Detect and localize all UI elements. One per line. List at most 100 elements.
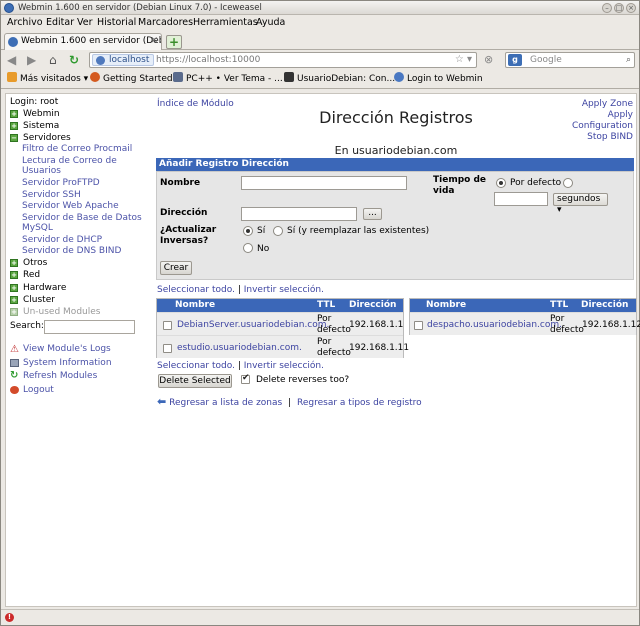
category-unused[interactable]: + Un-used Modules xyxy=(10,307,100,317)
category-servidores[interactable]: − Servidores xyxy=(10,133,71,143)
search-box[interactable]: g Google ⌕ xyxy=(505,52,635,68)
reload-icon[interactable]: ↻ xyxy=(69,53,79,67)
bookmark-usuariodebian[interactable]: UsuarioDebian: Con... xyxy=(284,70,395,88)
category-label: Hardware xyxy=(23,283,67,293)
bookmark-login-webmin[interactable]: Login to Webmin xyxy=(394,70,483,88)
search-icon[interactable]: ⌕ xyxy=(626,53,631,67)
invert-selection-link[interactable]: Invertir selección. xyxy=(244,285,324,295)
home-icon[interactable]: ⌂ xyxy=(49,53,57,67)
record-ttl: Por xyxy=(317,314,332,324)
ttl-unit-select[interactable]: segundos ▾ xyxy=(553,193,608,215)
error-icon[interactable]: ! xyxy=(5,613,14,622)
category-label: Servidores xyxy=(23,133,71,143)
separator: | xyxy=(237,361,241,371)
category-label: Sistema xyxy=(23,121,60,131)
menu-editar[interactable]: Editar xyxy=(46,15,74,31)
browser-window: Webmin 1.600 en servidor (Debian Linux 7… xyxy=(0,0,640,626)
module-dhcp[interactable]: Servidor de DHCP xyxy=(22,235,102,245)
category-hardware[interactable]: + Hardware xyxy=(10,283,66,293)
ttl-default-radio[interactable] xyxy=(496,178,506,188)
close-tab-icon[interactable]: ✕ xyxy=(150,34,158,49)
maximize-icon[interactable]: □ xyxy=(614,3,624,13)
row-checkbox[interactable] xyxy=(163,321,172,330)
menu-archivo[interactable]: Archivo xyxy=(7,15,43,31)
col-ttl: TTL xyxy=(317,300,336,310)
record-name-link[interactable]: despacho.usuariodebian.com. xyxy=(427,320,562,330)
module-procmail[interactable]: Filtro de Correo Procmail xyxy=(22,144,132,154)
bookmark-most-visited[interactable]: Más visitados ▾ xyxy=(7,70,88,88)
page-title: Dirección Registros xyxy=(319,108,473,127)
menu-historial[interactable]: Historial xyxy=(97,15,136,31)
category-sistema[interactable]: + Sistema xyxy=(10,121,59,131)
stop-icon[interactable]: ⊗ xyxy=(484,53,493,67)
menu-ver[interactable]: Ver xyxy=(77,15,93,31)
close-window-icon[interactable]: × xyxy=(626,3,636,13)
tab-webmin[interactable]: Webmin 1.600 en servidor (Debi... ✕ xyxy=(4,33,162,50)
module-proftpd[interactable]: Servidor ProFTPD xyxy=(22,178,100,188)
action-label: Logout xyxy=(23,385,54,395)
search-engine-icon[interactable]: g xyxy=(508,54,522,66)
record-ip: 192.168.1.12 xyxy=(582,320,640,330)
ttl-label-line1: Tiempo de xyxy=(433,175,487,185)
record-name-link[interactable]: estudio.usuariodebian.com. xyxy=(177,343,302,353)
bookmark-getting-started[interactable]: Getting Started xyxy=(90,70,173,88)
menu-marcadores[interactable]: Marcadores xyxy=(138,15,193,31)
page-content: Login: root + Webmin + Sistema − Servidores… xyxy=(5,93,640,607)
delete-selected-button[interactable]: Delete Selected xyxy=(158,374,232,388)
bookmark-label: UsuarioDebian: Con... xyxy=(297,74,396,84)
record-name-link[interactable]: DebianServer.usuariodebian.com. xyxy=(177,320,329,330)
navigation-bar: ◀ ▶ ⌂ ↻ localhost https://localhost:1000… xyxy=(1,50,639,70)
module-read-mail-cont[interactable]: Usuarios xyxy=(22,166,61,176)
new-tab-button[interactable]: + xyxy=(166,35,182,49)
minimize-icon[interactable]: – xyxy=(602,3,612,13)
category-cluster[interactable]: + Cluster xyxy=(10,295,55,305)
module-bind[interactable]: Servidor de DNS BIND xyxy=(22,246,121,256)
create-button[interactable]: Crear xyxy=(160,261,192,275)
stop-bind-link[interactable]: Stop BIND xyxy=(572,132,633,143)
module-search-input[interactable] xyxy=(44,320,135,334)
module-mysql[interactable]: Servidor de Base de Datos xyxy=(22,213,142,223)
forward-icon[interactable]: ▶ xyxy=(27,53,36,67)
module-apache[interactable]: Servidor Web Apache xyxy=(22,201,119,211)
menu-herramientas[interactable]: Herramientas xyxy=(193,15,258,31)
left-sidebar: Login: root + Webmin + Sistema − Servidores… xyxy=(6,94,152,606)
collapse-icon: − xyxy=(10,134,18,142)
module-mysql-cont[interactable]: MySQL xyxy=(22,223,53,233)
select-all-link[interactable]: Seleccionar todo. xyxy=(157,285,235,295)
main-panel: Índice de Módulo Apply Zone Apply Config… xyxy=(156,94,640,606)
system-info-link[interactable]: System Information xyxy=(10,358,112,368)
ttl-custom-radio[interactable] xyxy=(563,178,573,188)
category-webmin[interactable]: + Webmin xyxy=(10,109,60,119)
bookmark-label: Getting Started xyxy=(103,74,173,84)
view-logs-link[interactable]: ⚠ View Module's Logs xyxy=(10,344,111,355)
invert-selection-link[interactable]: Invertir selección. xyxy=(244,361,324,371)
bookmark-star-icon[interactable]: ☆ ▾ xyxy=(455,53,472,67)
delete-reverses-checkbox[interactable] xyxy=(241,373,250,384)
back-to-record-types-link[interactable]: Regresar a tipos de registro xyxy=(297,398,422,408)
menu-bar: Archivo Editar Ver Historial Marcadores … xyxy=(1,15,639,31)
reverse-yes-radio[interactable] xyxy=(243,226,253,236)
reverse-no-radio[interactable] xyxy=(243,243,253,253)
ttl-input[interactable] xyxy=(494,192,548,206)
row-checkbox[interactable] xyxy=(163,344,172,353)
browse-button[interactable]: ... xyxy=(363,208,382,220)
category-otros[interactable]: + Otros xyxy=(10,258,47,268)
menu-ayuda[interactable]: Ayuda xyxy=(256,15,285,31)
back-to-zones-link[interactable]: Regresar a lista de zonas xyxy=(169,398,282,408)
module-read-mail[interactable]: Lectura de Correo de xyxy=(22,156,117,166)
row-checkbox[interactable] xyxy=(414,321,423,330)
logout-link[interactable]: Logout xyxy=(10,385,54,395)
back-icon[interactable]: ◀ xyxy=(7,53,16,67)
reverse-replace-radio[interactable] xyxy=(273,226,283,236)
category-red[interactable]: + Red xyxy=(10,270,40,280)
site-identity-button[interactable]: localhost xyxy=(92,54,155,66)
refresh-modules-link[interactable]: ↻ Refresh Modules xyxy=(10,370,97,381)
address-input[interactable] xyxy=(241,207,357,221)
name-input[interactable] xyxy=(241,176,407,190)
ttl-label-line2: vida xyxy=(433,186,455,196)
bookmark-pcpp[interactable]: PC++ • Ver Tema - ... xyxy=(173,70,283,88)
select-all-link[interactable]: Seleccionar todo. xyxy=(157,361,235,371)
module-ssh[interactable]: Servidor SSH xyxy=(22,190,81,200)
bookmark-label: PC++ • Ver Tema - ... xyxy=(186,74,283,84)
address-bar[interactable]: localhost https://localhost:10000 ☆ ▾ xyxy=(89,52,477,68)
